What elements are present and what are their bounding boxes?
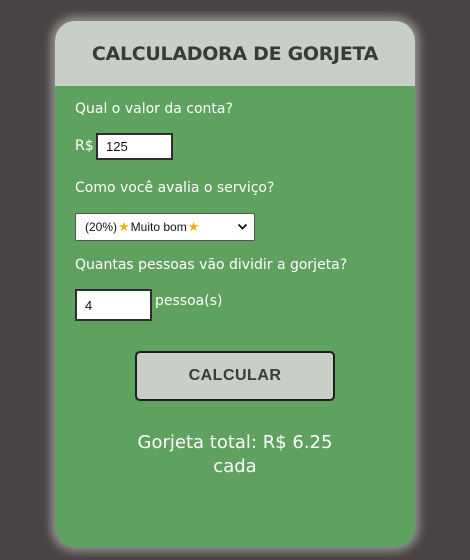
- star-icon: ★: [187, 219, 200, 234]
- people-count-input[interactable]: [75, 289, 152, 321]
- chevron-down-icon: [237, 223, 248, 230]
- calculate-button[interactable]: CALCULAR: [135, 351, 335, 401]
- bill-question-label: Qual o valor da conta?: [75, 101, 233, 117]
- star-icon: ★: [118, 219, 130, 234]
- currency-label: R$: [75, 138, 94, 154]
- page-title: CALCULADORA DE GORJETA: [91, 42, 379, 65]
- tip-calculator-card: CALCULADORA DE GORJETA Qual o valor da c…: [55, 21, 415, 547]
- card-header: CALCULADORA DE GORJETA: [55, 21, 415, 86]
- service-question-label: Como você avalia o serviço?: [75, 180, 275, 196]
- tip-result-total: Gorjeta total: R$ 6.25: [137, 432, 333, 453]
- people-question-label: Quantas pessoas vão dividir a gorjeta?: [75, 257, 348, 273]
- tip-result-each: cada: [213, 456, 257, 477]
- tip-result: Gorjeta total: R$ 6.25 cada: [55, 431, 415, 479]
- service-rating-percent: (20%): [85, 220, 118, 234]
- bill-amount-input[interactable]: [96, 133, 173, 160]
- service-rating-select[interactable]: (20%) ★ Muito bom ★: [75, 213, 255, 241]
- service-rating-label: Muito bom: [130, 220, 187, 234]
- people-unit-label: pessoa(s): [155, 293, 223, 309]
